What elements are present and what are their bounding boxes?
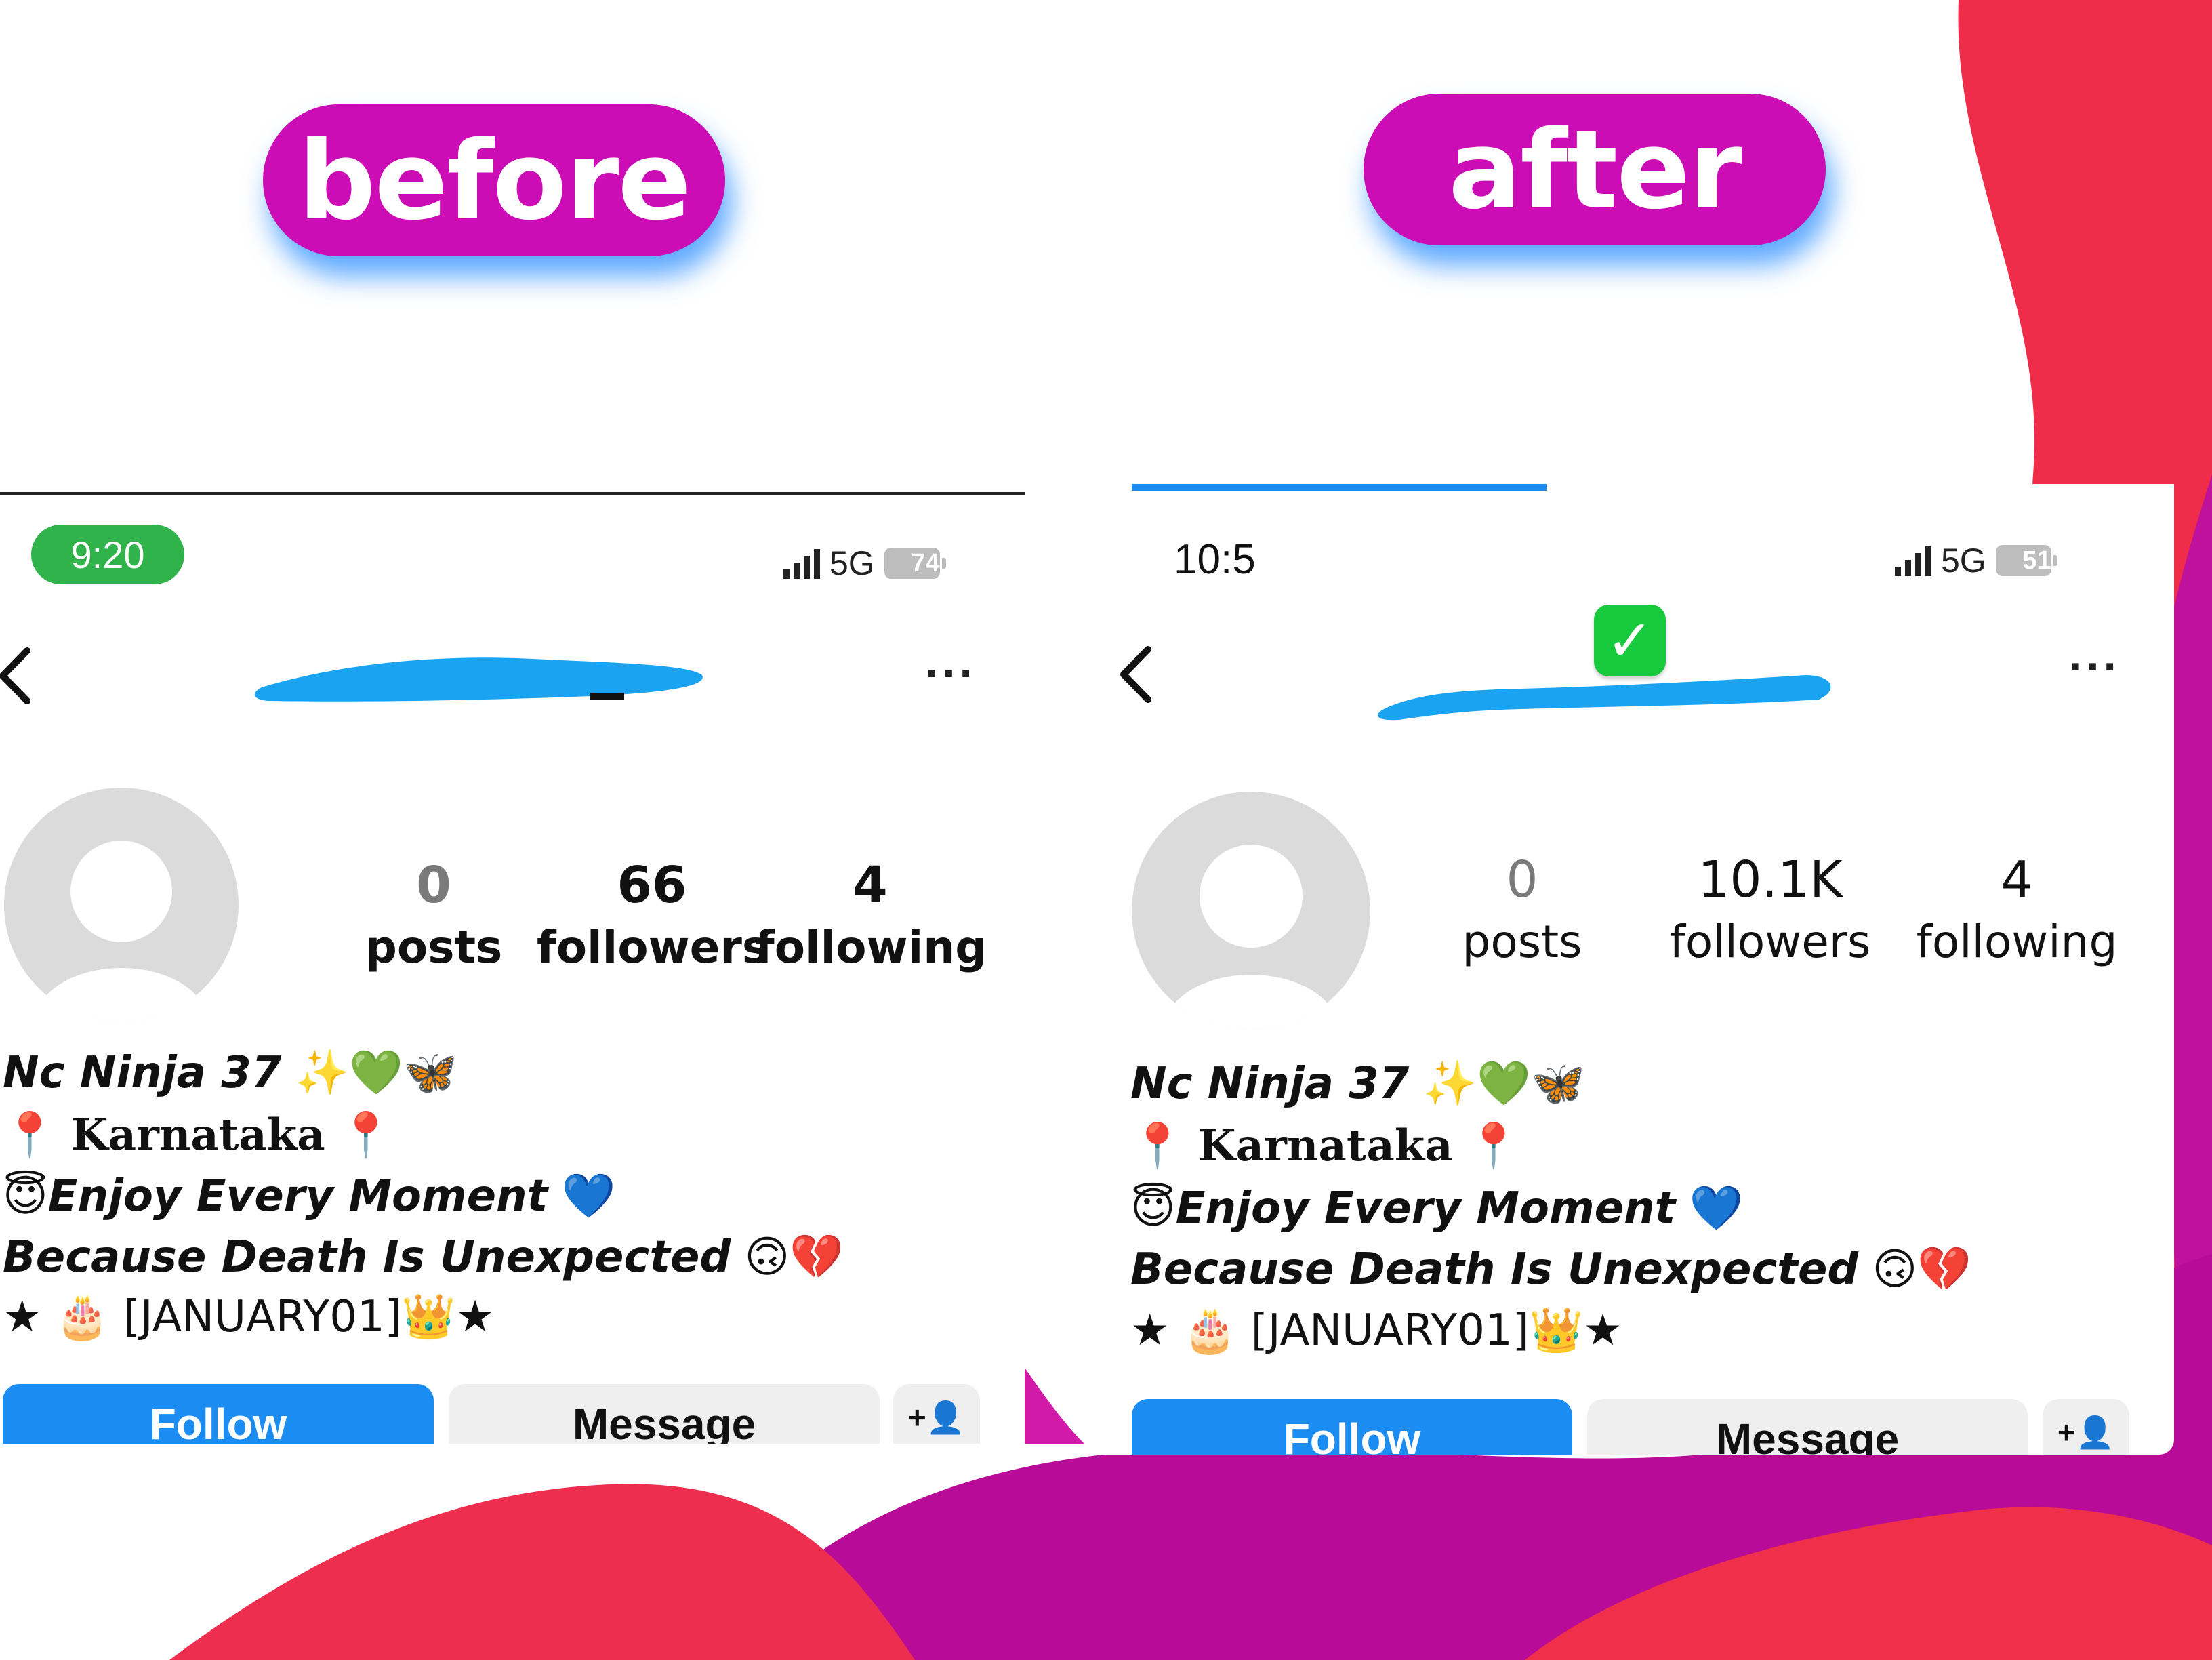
battery-level: 74 [911, 548, 940, 578]
stat-label: posts [365, 921, 503, 973]
network-type: 5G [1941, 542, 1986, 580]
stat-label: followers [537, 921, 769, 973]
before-label: before [263, 104, 725, 256]
battery-icon: 74 [884, 548, 946, 579]
stat-value: 66 [617, 856, 687, 914]
stat-following[interactable]: 4 following [1902, 849, 2132, 973]
bg-wave-bottom-red [169, 1484, 915, 1660]
stat-label: posts [1462, 916, 1582, 968]
bio-line-4: Because Death Is Unexpected 🙃💔 [3, 1232, 844, 1282]
after-screenshot: 10:5 5G 51 ✓ ... 0 posts 10.1K followers… [1087, 484, 2174, 1455]
message-button[interactable]: Message [1587, 1399, 2028, 1455]
stat-posts[interactable]: 0 posts [319, 854, 549, 979]
stat-value: 4 [853, 856, 888, 914]
back-arrow-icon[interactable] [1114, 644, 1158, 705]
bio-line-3: 😇Enjoy Every Moment 💙 [3, 1171, 616, 1221]
bio-line-5: ★ 🎂 [JANUARY01]👑★ [1130, 1305, 1622, 1356]
battery-level: 51 [2022, 546, 2051, 575]
follow-button[interactable]: Follow [3, 1384, 434, 1444]
stat-value: 0 [416, 856, 451, 914]
stat-value: 0 [1506, 851, 1538, 909]
status-icons: 5G 51 [1895, 541, 2057, 580]
status-time: 10:5 [1174, 536, 1256, 583]
back-arrow-icon[interactable] [0, 645, 37, 706]
stat-followers[interactable]: 66 followers [537, 854, 769, 979]
bio-line-2: 📍 Karnataka 📍 [3, 1110, 393, 1160]
bio-line-1: Nc Ninja 37 ✨💚🦋 [1130, 1059, 1585, 1109]
status-time: 9:20 [31, 525, 184, 584]
stat-label: followers [1669, 916, 1871, 968]
network-type: 5G [830, 544, 875, 582]
more-options-icon[interactable]: ... [924, 643, 976, 687]
stat-label: following [1916, 916, 2118, 968]
suggested-accounts-button[interactable]: +👤 [893, 1384, 980, 1444]
stat-value: 10.1K [1698, 851, 1843, 909]
bio-line-1: Nc Ninja 37 ✨💚🦋 [3, 1048, 457, 1098]
more-options-icon[interactable]: ... [2068, 636, 2120, 680]
previous-follow-strip [1132, 484, 1547, 491]
profile-avatar[interactable] [1132, 792, 1370, 1030]
stat-followers[interactable]: 10.1K followers [1655, 849, 1885, 973]
before-screenshot: 9:20 5G 74 ... 0 posts 66 followers 4 fo… [0, 492, 1025, 1444]
stat-value: 4 [2001, 851, 2033, 909]
battery-icon: 51 [1995, 545, 2057, 576]
after-label: after [1364, 94, 1826, 245]
bio-line-3: 😇Enjoy Every Moment 💙 [1130, 1183, 1744, 1234]
follow-button[interactable]: Follow [1132, 1399, 1572, 1455]
username-redaction [254, 657, 703, 702]
stat-posts[interactable]: 0 posts [1407, 849, 1637, 973]
signal-icon [783, 548, 820, 579]
bio-line-2: 📍 Karnataka 📍 [1130, 1120, 1521, 1171]
stat-label: following [755, 921, 987, 973]
bio-line-5: ★ 🎂 [JANUARY01]👑★ [3, 1292, 495, 1342]
signal-icon [1895, 545, 1931, 576]
status-icons: 5G 74 [783, 544, 946, 583]
verified-badge-icon: ✓ [1594, 605, 1666, 676]
suggested-accounts-button[interactable]: +👤 [2043, 1399, 2129, 1455]
bio-line-4: Because Death Is Unexpected 🙃💔 [1130, 1244, 1971, 1295]
stat-following[interactable]: 4 following [755, 854, 987, 979]
profile-avatar[interactable] [4, 788, 239, 1022]
message-button[interactable]: Message [449, 1384, 880, 1444]
